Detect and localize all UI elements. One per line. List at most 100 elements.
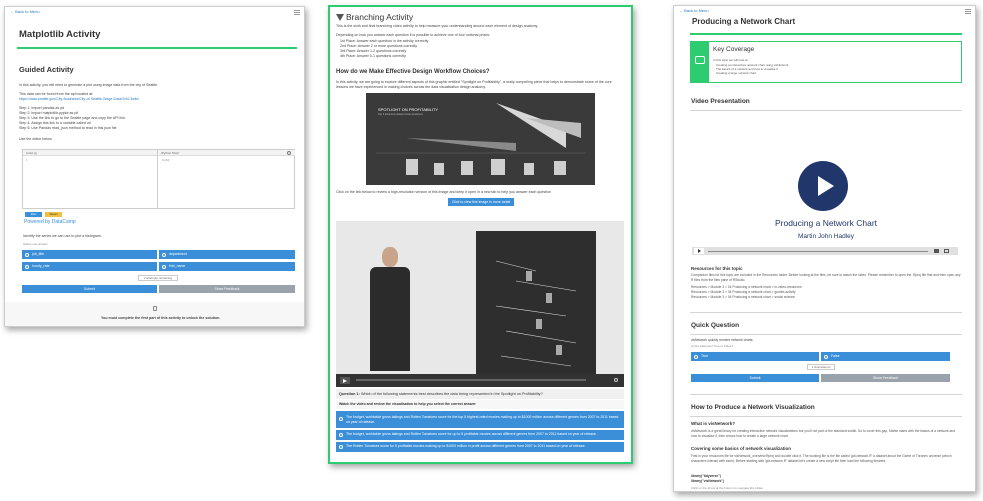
video-player[interactable] <box>336 221 624 387</box>
key-coverage-icon-bar <box>691 42 709 82</box>
divider <box>690 334 962 335</box>
footer-note: Click on the arrow at the bottom to navi… <box>691 486 763 490</box>
menu-icon[interactable] <box>294 10 300 15</box>
reset-button[interactable]: Reset <box>45 212 62 217</box>
radio-icon <box>25 252 29 257</box>
scoring-intro: Depending on how you answer each questio… <box>336 33 491 37</box>
question-instruction: Watch the video and review the visualisa… <box>336 400 624 409</box>
radio-icon <box>339 444 343 449</box>
submit-button[interactable]: Submit <box>691 374 819 382</box>
section-heading: How do we Make Effective Design Workflow… <box>336 69 490 75</box>
video-controls <box>692 247 958 255</box>
back-to-menu-link[interactable]: ← Back to Menu <box>679 8 709 13</box>
spotlight-poster <box>476 231 596 376</box>
answer-option[interactable]: first_name <box>159 262 295 271</box>
option-label: The Rotten Tomatoes score for 5 profitab… <box>346 444 586 448</box>
code-editor-widget: script.py IPython Shell 1 In [1]: <box>22 149 295 209</box>
radio-icon <box>339 417 343 421</box>
answer-option[interactable]: The budget, worldwide gross takings and … <box>336 430 624 440</box>
page-title: Producing a Network Chart <box>692 17 796 26</box>
step-5: Step 5: Use Pandas read_json method to r… <box>19 126 117 130</box>
resources-text: Companion files for this topic are inclu… <box>691 273 961 282</box>
video-title: Producing a Network Chart <box>774 218 878 228</box>
attempts-badge: 1 final attempt <box>807 364 835 370</box>
play-button[interactable] <box>798 161 848 211</box>
page-title: Branching Activity <box>346 12 414 22</box>
video-controls <box>336 374 624 387</box>
key-item: Creating a large network chart <box>716 71 757 75</box>
show-feedback-button[interactable]: Show Feedback <box>821 374 950 382</box>
video-player[interactable]: Producing a Network Chart Martin John Ha… <box>690 116 962 261</box>
settings-icon[interactable] <box>614 378 618 382</box>
divider <box>690 416 962 417</box>
option-label: False <box>831 354 840 358</box>
radio-icon <box>162 264 166 269</box>
line-number: 1 <box>26 158 28 162</box>
refresh-icon[interactable] <box>287 151 291 155</box>
quick-prompt: Is this statement True or False? <box>691 344 734 348</box>
shell-output[interactable]: In [1]: <box>159 156 295 208</box>
funnel-icon <box>336 14 344 21</box>
video-heading: Video Presentation <box>691 98 750 105</box>
powered-by-datacamp-link[interactable]: Powered by DataCamp <box>24 219 76 225</box>
radio-icon <box>25 264 29 269</box>
shell-prompt: In [1]: <box>162 158 170 162</box>
video-author: Martin John Hadley <box>798 233 854 240</box>
data-url-link[interactable]: https://data.seattle.gov/City-Business/C… <box>19 97 139 102</box>
section-heading: Guided Activity <box>19 65 74 74</box>
answer-option[interactable]: The budget, worldwide gross takings and … <box>336 411 624 428</box>
resources-heading: Resources for this topic <box>691 266 743 271</box>
option-label: first_name <box>169 264 186 268</box>
resource-path: Resources > Module 3 > 04 Producing a ne… <box>691 285 802 289</box>
editor-divider <box>157 150 158 208</box>
show-feedback-button[interactable]: Show Feedback <box>159 285 295 293</box>
branching-activity-panel: Branching Activity This is the sixth and… <box>328 5 633 464</box>
network-chart-panel: ← Back to Menu Producing a Network Chart… <box>673 5 976 492</box>
answer-option[interactable]: hourly_rate <box>22 262 157 271</box>
title-divider <box>690 33 962 35</box>
false-option[interactable]: False <box>821 352 950 361</box>
menu-icon[interactable] <box>965 9 971 14</box>
how-to-heading: How to Produce a Network Visualization <box>691 404 815 411</box>
code-line: library("tidyverse") <box>691 474 721 478</box>
back-to-menu-link[interactable]: ← Back to Menu <box>10 9 40 14</box>
question-text: Which of the following statements best d… <box>360 392 543 396</box>
editor-label: Use the editor below <box>19 137 52 141</box>
what-is-heading: What is visNetwork? <box>691 421 736 426</box>
resource-path: Resources > Module 3 > 04 Producing a ne… <box>691 295 796 299</box>
answer-option[interactable]: job_title <box>22 250 157 259</box>
radio-icon <box>824 354 828 359</box>
question-label: Question 1: <box>339 392 360 396</box>
play-button[interactable] <box>340 377 350 384</box>
basics-heading: Covering some basics of network visualiz… <box>691 446 792 451</box>
spotlight-figure[interactable]: SPOTLIGHT ON PROFITABILITY Top 3 adventu… <box>366 93 595 185</box>
option-label: department <box>169 252 187 256</box>
lock-icon <box>153 306 157 311</box>
run-button[interactable]: Run <box>25 212 42 217</box>
key-coverage-box: Key Coverage In this topic we will look … <box>690 41 962 83</box>
section-text: In this activity, we are going to explor… <box>336 80 612 89</box>
true-option[interactable]: True <box>691 352 819 361</box>
fullscreen-icon[interactable] <box>944 249 949 253</box>
quick-statement: visNetwork quickly renders network chart… <box>691 338 754 342</box>
key-coverage-title: Key Coverage <box>713 46 755 53</box>
video-progress-bar[interactable] <box>356 379 586 381</box>
answer-option[interactable]: department <box>159 250 295 259</box>
matplotlib-activity-panel: ← Back to Menu Matplotlib Activity Guide… <box>4 6 305 327</box>
video-progress-bar[interactable] <box>708 250 928 252</box>
option-label: hourly_rate <box>32 264 50 268</box>
intro-text: This is the sixth and final branching vi… <box>336 24 539 28</box>
code-line: library("visNetwork") <box>691 479 724 483</box>
question-text: Identify the series we can use to plot a… <box>23 234 102 238</box>
script-input[interactable]: 1 <box>23 156 157 208</box>
volume-icon[interactable] <box>934 249 939 253</box>
prize-item: 4th Place: Answer 0-1 questions correctl… <box>340 54 406 58</box>
submit-button[interactable]: Submit <box>22 285 157 293</box>
small-play-button[interactable] <box>694 248 704 254</box>
view-image-button[interactable]: Click to view this image in more detail <box>448 198 514 206</box>
answer-option[interactable]: The Rotten Tomatoes score for 5 profitab… <box>336 442 624 452</box>
chat-icon <box>695 56 705 64</box>
option-label: job_title <box>32 252 45 256</box>
radio-icon <box>694 354 698 359</box>
resource-path: Resources > Module 3 > 04 Producing a ne… <box>691 290 796 294</box>
